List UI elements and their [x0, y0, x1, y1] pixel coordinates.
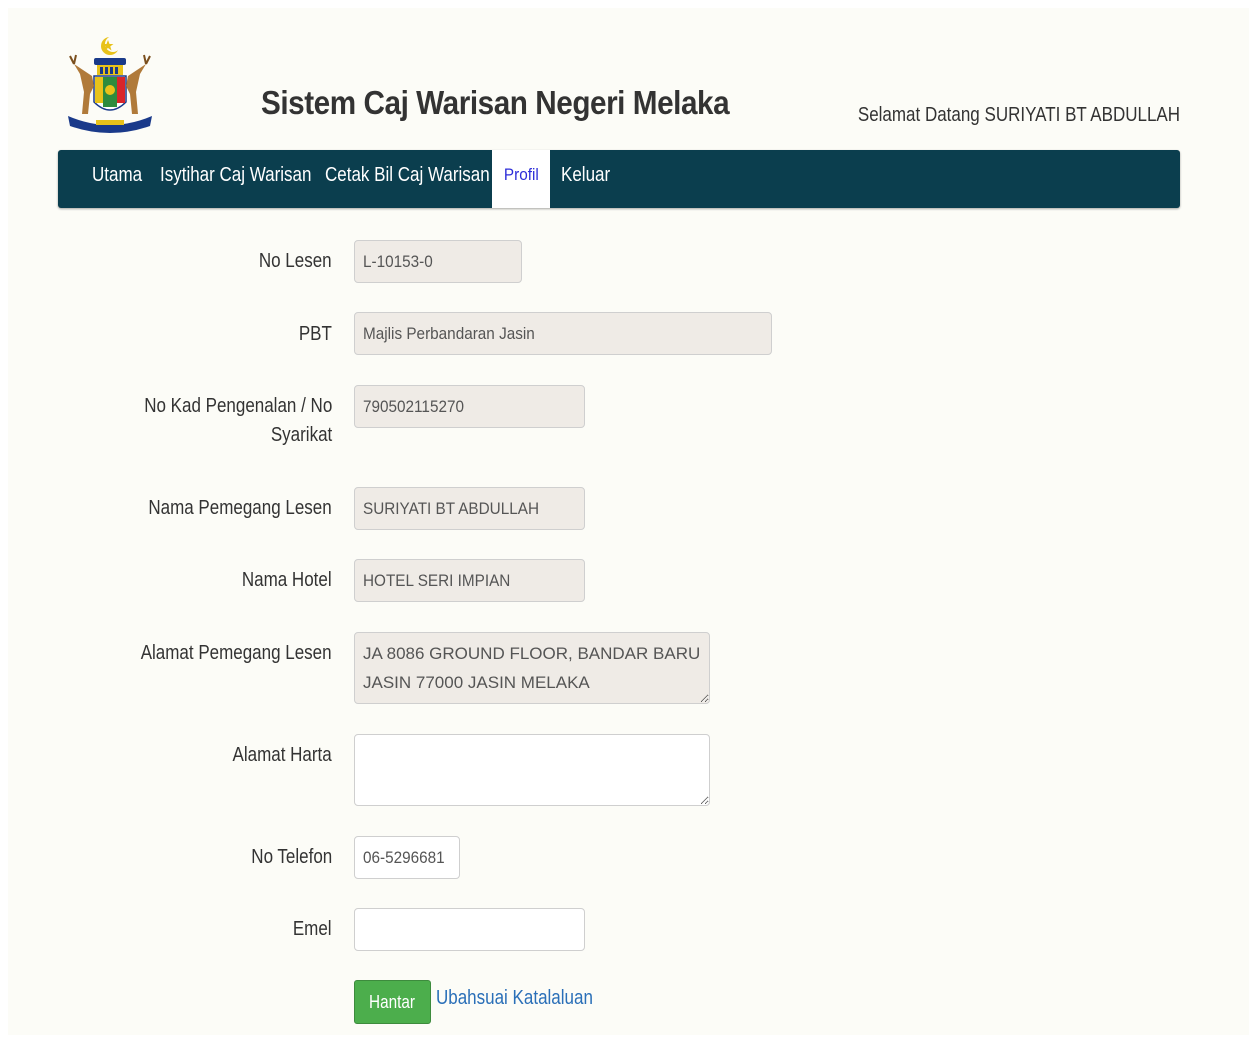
input-nama-pemegang-lesen-value: SURIYATI BT ABDULLAH — [363, 499, 540, 518]
label-no-kp-line1: No Kad Pengenalan / No — [143, 395, 332, 417]
melaka-crest-logo — [68, 36, 152, 133]
welcome-message: Selamat Datang SURIYATI BT ABDULLAH — [857, 104, 1180, 126]
input-emel[interactable] — [354, 908, 585, 951]
input-pbt[interactable]: Majlis Perbandaran Jasin — [354, 312, 772, 355]
input-no-lesen[interactable]: L-10153-0 — [354, 240, 522, 283]
input-no-kp-value: 790502115270 — [363, 397, 464, 416]
label-alamat-harta: Alamat Harta — [232, 744, 332, 766]
hantar-button-label: Hantar — [369, 992, 416, 1012]
label-nama-pemegang-lesen: Nama Pemegang Lesen — [148, 497, 332, 519]
textarea-alamat-pemegang-lesen[interactable]: JA 8086 GROUND FLOOR, BANDAR BARU JASIN … — [354, 632, 710, 704]
label-emel: Emel — [293, 918, 332, 940]
label-nama-hotel: Nama Hotel — [242, 569, 332, 591]
nav-cetak-bil-caj-warisan[interactable]: Cetak Bil Caj Warisan — [325, 150, 490, 208]
header: Sistem Caj Warisan Negeri Melaka Selamat… — [8, 8, 1249, 148]
nav-utama[interactable]: Utama — [92, 150, 142, 208]
label-no-kp-line2: Syarikat — [270, 424, 332, 446]
main-navbar: Utama Isytihar Caj Warisan Cetak Bil Caj… — [58, 150, 1180, 208]
page: Sistem Caj Warisan Negeri Melaka Selamat… — [8, 8, 1249, 1035]
input-nama-hotel[interactable]: HOTEL SERI IMPIAN — [354, 559, 585, 602]
label-alamat-pemegang-lesen: Alamat Pemegang Lesen — [141, 642, 332, 664]
nav-profil-label: Profil — [503, 165, 539, 184]
input-pbt-value: Majlis Perbandaran Jasin — [363, 324, 535, 343]
input-no-telefon-value: 06-5296681 — [363, 848, 445, 867]
input-nama-pemegang-lesen[interactable]: SURIYATI BT ABDULLAH — [354, 487, 585, 530]
input-no-kp[interactable]: 790502115270 — [354, 385, 585, 428]
input-no-telefon[interactable]: 06-5296681 — [354, 836, 460, 879]
label-no-telefon: No Telefon — [251, 846, 332, 868]
input-nama-hotel-value: HOTEL SERI IMPIAN — [363, 571, 511, 590]
ubahsuai-katalaluan-link[interactable]: Ubahsuai Katalaluan — [436, 987, 593, 1010]
app-title: Sistem Caj Warisan Negeri Melaka — [261, 84, 730, 121]
hantar-button[interactable]: Hantar — [354, 980, 431, 1024]
nav-profil[interactable]: Profil — [492, 150, 550, 208]
input-no-lesen-value: L-10153-0 — [363, 252, 433, 271]
label-no-lesen: No Lesen — [259, 250, 332, 272]
nav-keluar[interactable]: Keluar — [561, 150, 610, 208]
nav-isytihar-caj-warisan[interactable]: Isytihar Caj Warisan — [160, 150, 311, 208]
textarea-alamat-harta[interactable] — [354, 734, 710, 806]
label-pbt: PBT — [298, 323, 332, 345]
